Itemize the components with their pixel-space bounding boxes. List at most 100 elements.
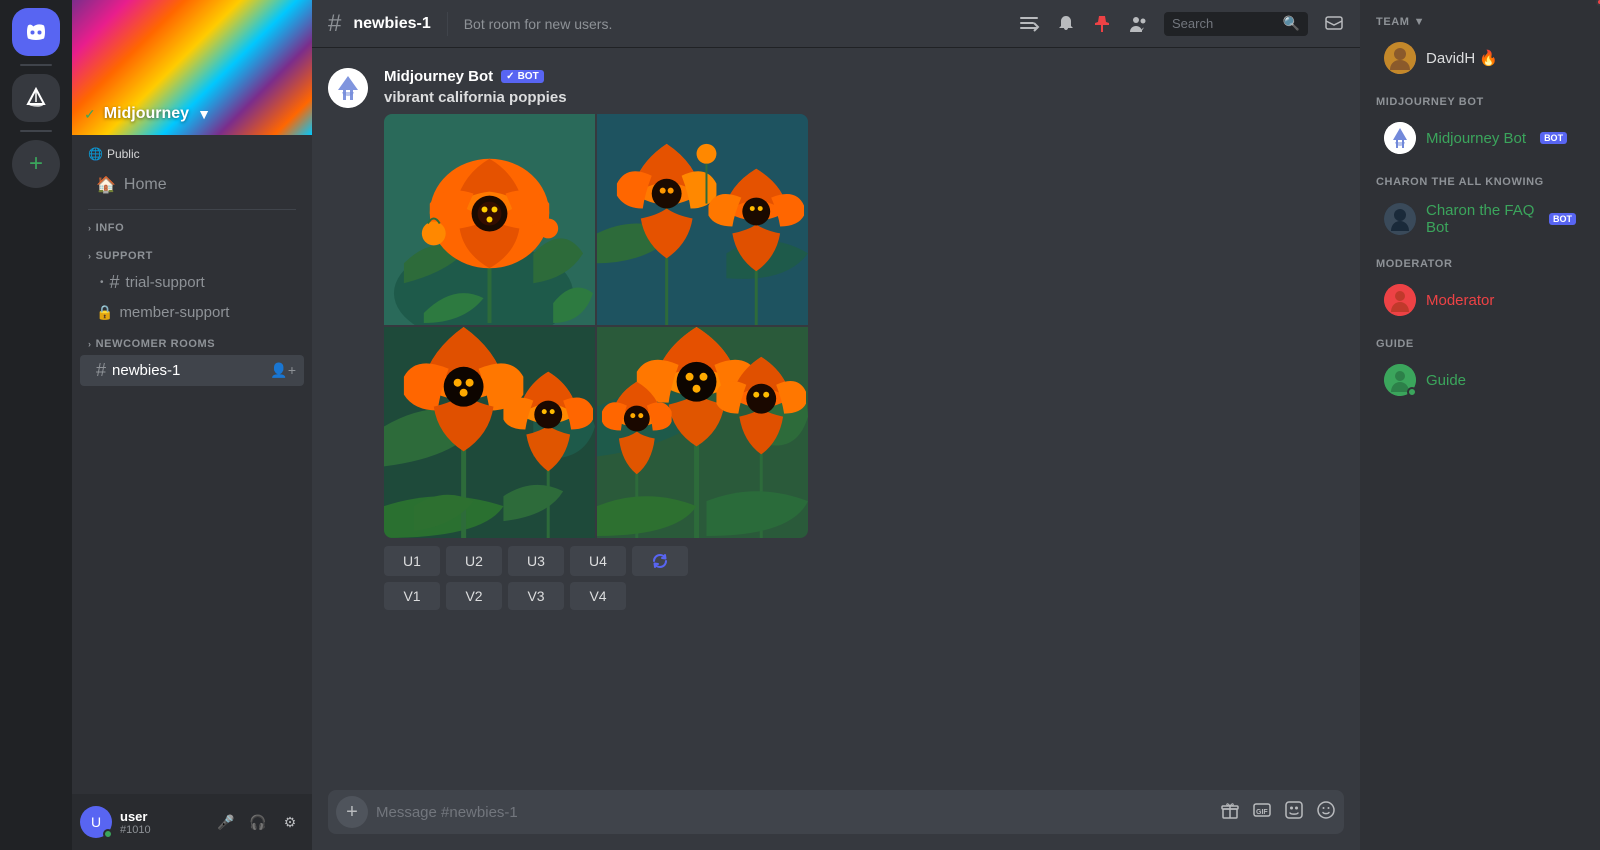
thread-icon[interactable] — [1018, 13, 1040, 35]
sidebar-content: 🌐 Public 🏠 Home › INFO › SUPPORT • # tri… — [72, 135, 312, 794]
midjourney-server-icon[interactable] — [12, 74, 60, 122]
channel-hash-header: # — [328, 10, 341, 38]
gif-icon[interactable]: GIF — [1252, 800, 1272, 825]
message-header: Midjourney Bot ✓ BOT — [384, 68, 1344, 85]
channel-hash-icon: # — [110, 272, 120, 293]
notification-bell-icon[interactable] — [1056, 14, 1076, 34]
search-icon: 🔍 — [1283, 15, 1300, 32]
v2-button[interactable]: V2 — [446, 582, 502, 610]
sidebar-divider-1 — [88, 209, 296, 210]
user-panel: U user #1010 🎤 🎧 ⚙ — [72, 794, 312, 850]
right-sidebar: TEAM ▼ DavidH 🔥 MIDJOURNEY BOT — [1360, 0, 1600, 850]
add-attachment-button[interactable]: + — [336, 796, 368, 828]
u1-button[interactable]: U1 — [384, 546, 440, 576]
server-sidebar: ✓ Midjourney ▼ 🌐 Public 🏠 Home › INFO › … — [72, 0, 312, 850]
microphone-button[interactable]: 🎤 — [212, 808, 240, 836]
member-category-charon: CHARON THE ALL KNOWING — [1360, 176, 1600, 188]
bot-avatar — [328, 68, 368, 108]
category-chevron-support: › — [88, 251, 92, 261]
search-box[interactable]: 🔍 — [1164, 12, 1308, 36]
message-input-box: + GIF — [328, 790, 1344, 834]
channel-member-support[interactable]: 🔒 member-support — [80, 299, 304, 326]
member-item-charon[interactable]: Charon the FAQ Bot BOT — [1368, 196, 1592, 242]
user-avatar: U — [80, 806, 112, 838]
image-grid-cell-1 — [384, 114, 595, 325]
active-dot-indicator: • — [100, 277, 104, 288]
charon-avatar — [1384, 203, 1416, 235]
gift-icon[interactable] — [1220, 800, 1240, 825]
image-grid-cell-3 — [384, 327, 595, 538]
sticker-icon[interactable] — [1284, 800, 1304, 825]
channel-hash-newbies: # — [96, 360, 106, 381]
u2-button[interactable]: U2 — [446, 546, 502, 576]
category-chevron-info: › — [88, 223, 92, 233]
channel-newbies-1[interactable]: # newbies-1 👤+ — [80, 355, 304, 386]
server-chevron-icon: ▼ — [197, 106, 211, 122]
category-newcomer-rooms[interactable]: › NEWCOMER ROOMS — [72, 334, 312, 354]
lock-icon: 🔒 — [96, 304, 113, 321]
pin-icon[interactable] — [1092, 14, 1112, 34]
message-item: Midjourney Bot ✓ BOT vibrant california … — [328, 64, 1344, 614]
channel-name-newbies-1: newbies-1 — [112, 362, 180, 379]
channel-trial-support[interactable]: • # trial-support — [80, 267, 304, 298]
icon-bar-divider — [20, 64, 52, 66]
message-input[interactable] — [376, 804, 1212, 821]
header-divider — [447, 12, 448, 36]
emoji-icon[interactable] — [1316, 800, 1336, 825]
member-name-davidh: DavidH 🔥 — [1426, 49, 1498, 67]
home-label: Home — [124, 176, 167, 194]
v4-button[interactable]: V4 — [570, 582, 626, 610]
team-label: TEAM — [1376, 16, 1410, 28]
add-icon: + — [29, 150, 43, 178]
guide-avatar — [1384, 364, 1416, 396]
user-tag: #1010 — [120, 824, 204, 836]
chat-header: # newbies-1 Bot room for new users. — [312, 0, 1360, 48]
v3-button[interactable]: V3 — [508, 582, 564, 610]
refresh-button[interactable] — [632, 546, 688, 576]
member-item-midjourney-bot[interactable]: Midjourney Bot BOT — [1368, 116, 1592, 160]
member-category-guide: GUIDE — [1360, 338, 1600, 350]
add-server-button[interactable]: + — [12, 140, 60, 188]
image-grid — [384, 114, 808, 538]
server-name: Midjourney — [104, 105, 189, 123]
category-support[interactable]: › SUPPORT — [72, 246, 312, 266]
category-info[interactable]: › INFO — [72, 218, 312, 238]
category-label-info: INFO — [96, 222, 125, 234]
home-channel[interactable]: 🏠 Home — [80, 169, 304, 201]
bot-badge-text: BOT — [518, 71, 539, 82]
midjourney-bot-badge: BOT — [1540, 132, 1567, 144]
home-icon: 🏠 — [96, 175, 116, 195]
member-item-davidh[interactable]: DavidH 🔥 — [1368, 36, 1592, 80]
header-actions: 🔍 — [1018, 12, 1344, 36]
member-name-charon: Charon the FAQ Bot — [1426, 202, 1535, 236]
user-avatar-initial: U — [91, 814, 101, 830]
moderator-avatar — [1384, 284, 1416, 316]
image-grid-cell-2 — [597, 114, 808, 325]
charon-bot-badge: BOT — [1549, 213, 1576, 225]
server-public-label: Public — [107, 147, 140, 161]
settings-button[interactable]: ⚙ — [276, 808, 304, 836]
action-buttons-row2: V1 V2 V3 V4 — [384, 582, 1344, 610]
add-user-icon[interactable]: 👤+ — [270, 362, 296, 379]
members-icon[interactable] — [1128, 14, 1148, 34]
category-chevron-newcomer: › — [88, 339, 92, 349]
discord-home-icon[interactable] — [12, 8, 60, 56]
v1-button[interactable]: V1 — [384, 582, 440, 610]
member-name-midjourney-bot: Midjourney Bot — [1426, 130, 1526, 147]
server-banner-title: ✓ Midjourney ▼ — [84, 105, 211, 123]
member-item-moderator[interactable]: Moderator — [1368, 278, 1592, 322]
message-input-area: + GIF — [312, 790, 1360, 850]
member-name-moderator: Moderator — [1426, 292, 1494, 309]
search-input[interactable] — [1172, 16, 1277, 31]
user-info: user #1010 — [120, 809, 204, 836]
headphones-button[interactable]: 🎧 — [244, 808, 272, 836]
input-actions: GIF — [1220, 800, 1336, 825]
u3-button[interactable]: U3 — [508, 546, 564, 576]
message-text: vibrant california poppies — [384, 89, 1344, 106]
member-item-guide[interactable]: Guide — [1368, 358, 1592, 402]
chevron-down-icon: ▼ — [1414, 16, 1426, 28]
username: user — [120, 809, 204, 824]
u4-button[interactable]: U4 — [570, 546, 626, 576]
message-author: Midjourney Bot — [384, 68, 493, 85]
inbox-icon[interactable] — [1324, 14, 1344, 34]
